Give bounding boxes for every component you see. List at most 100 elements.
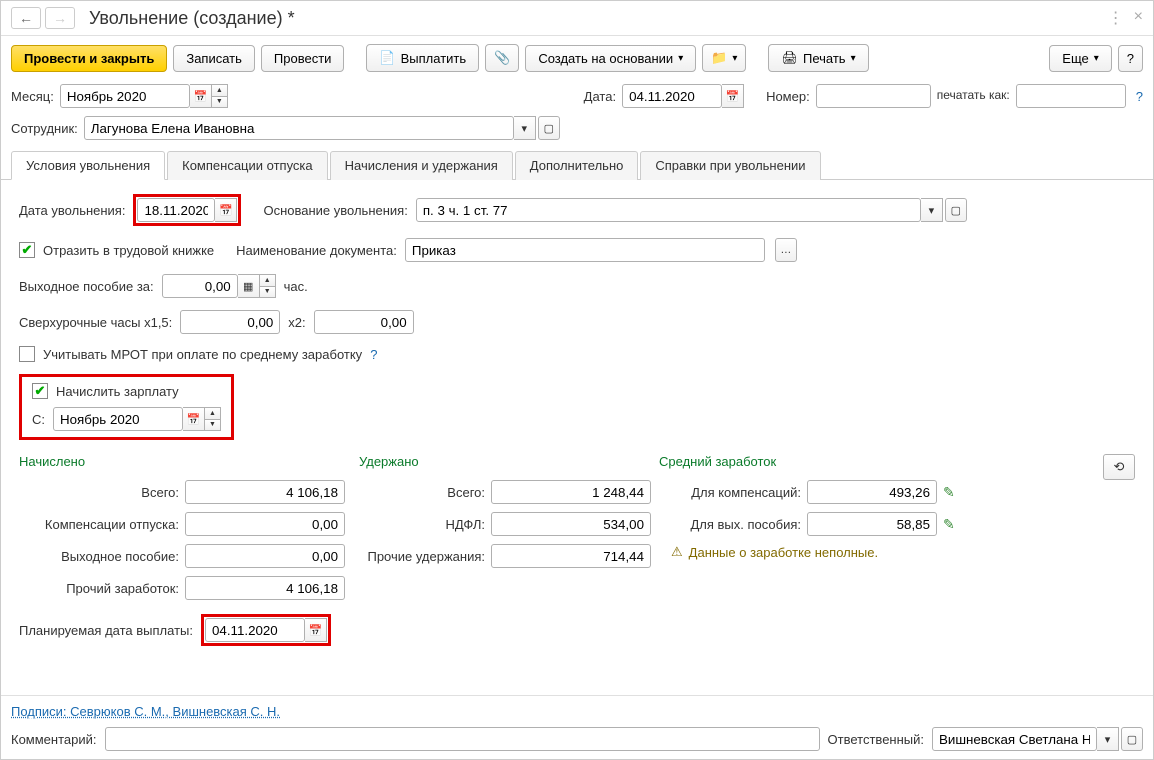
tab-additional[interactable]: Дополнительно (515, 151, 639, 180)
open-icon[interactable]: ▢ (538, 116, 560, 140)
docname-input[interactable] (405, 238, 765, 262)
withheld-heading: Удержано (359, 454, 659, 469)
calendar-icon[interactable]: 📅 (183, 407, 205, 431)
dropdown-icon[interactable]: ▾ (921, 198, 943, 222)
total-wh-label: Всего: (365, 485, 485, 500)
forward-button[interactable]: → (45, 7, 75, 29)
overtime15-label: Сверхурочные часы x1,5: (19, 315, 172, 330)
workbook-label: Отразить в трудовой книжке (43, 243, 214, 258)
print-button[interactable]: 🖨Печать▾ (768, 44, 868, 72)
window-title: Увольнение (создание) * (89, 8, 295, 29)
help-button[interactable]: ? (1118, 45, 1143, 72)
dropdown-icon[interactable]: ▾ (514, 116, 536, 140)
more-button[interactable]: Еще▾ (1049, 45, 1111, 72)
for-sev-label: Для вых. пособия: (671, 517, 801, 532)
edit-icon[interactable]: ✎ (943, 484, 955, 501)
help-icon[interactable]: ? (1136, 89, 1143, 104)
calc-icon[interactable]: ▦ (238, 274, 260, 298)
calendar-icon[interactable]: 📅 (722, 84, 744, 108)
total-accrued-label: Всего: (19, 485, 179, 500)
docname-label: Наименование документа: (236, 243, 397, 258)
mrot-checkbox[interactable]: ✔ (19, 346, 35, 362)
paperclip-icon: 📎 (494, 50, 510, 66)
print-as-input[interactable] (1016, 84, 1126, 108)
overtime2-input[interactable] (314, 310, 414, 334)
edit-icon[interactable]: ✎ (943, 516, 955, 533)
other-wh-value (491, 544, 651, 568)
date-label: Дата: (584, 89, 616, 104)
calendar-icon[interactable]: 📅 (190, 84, 212, 108)
dismiss-date-input[interactable] (137, 198, 215, 222)
employee-label: Сотрудник: (11, 121, 78, 136)
for-comp-value[interactable] (807, 480, 937, 504)
tab-conditions[interactable]: Условия увольнения (11, 151, 165, 180)
avg-heading: Средний заработок (659, 454, 776, 470)
salary-checkbox[interactable]: ✔ (32, 383, 48, 399)
mrot-label: Учитывать МРОТ при оплате по среднему за… (43, 347, 362, 362)
tab-references[interactable]: Справки при увольнении (640, 151, 820, 180)
attach-button[interactable]: 📎 (485, 44, 519, 72)
month-input[interactable] (60, 84, 190, 108)
reason-input[interactable] (416, 198, 921, 222)
ndfl-value (491, 512, 651, 536)
employee-input[interactable] (84, 116, 514, 140)
overtime15-input[interactable] (180, 310, 280, 334)
accrued-heading: Начислено (19, 454, 359, 469)
close-icon[interactable]: × (1134, 8, 1143, 28)
hours-label: час. (284, 279, 308, 294)
print-as-label: печатать как: (937, 89, 1010, 102)
post-and-close-button[interactable]: Провести и закрыть (11, 45, 167, 72)
responsible-input[interactable] (932, 727, 1097, 751)
warning-text: Данные о заработке неполные. (689, 545, 878, 560)
comment-input[interactable] (105, 727, 820, 751)
number-label: Номер: (766, 89, 810, 104)
menu-icon[interactable]: ⋮ (1108, 8, 1124, 28)
workbook-checkbox[interactable]: ✔ (19, 242, 35, 258)
tab-accruals[interactable]: Начисления и удержания (330, 151, 513, 180)
other-value (185, 576, 345, 600)
sev-label: Выходное пособие: (19, 549, 179, 564)
planned-date-label: Планируемая дата выплаты: (19, 623, 193, 638)
salary-label: Начислить зарплату (56, 384, 179, 399)
signatures-link[interactable]: Подписи: Севрюков С. М., Вишневская С. Н… (11, 704, 280, 719)
reason-label: Основание увольнения: (263, 203, 407, 218)
month-label: Месяц: (11, 89, 54, 104)
post-button[interactable]: Провести (261, 45, 345, 72)
warning-icon: ⚠ (671, 544, 683, 560)
dismiss-date-label: Дата увольнения: (19, 203, 125, 218)
calendar-icon[interactable]: 📅 (215, 198, 237, 222)
x2-label: x2: (288, 315, 305, 330)
date-input[interactable] (622, 84, 722, 108)
sev-value (185, 544, 345, 568)
from-input[interactable] (53, 407, 183, 431)
open-icon[interactable]: ▢ (945, 198, 967, 222)
tab-vacation-comp[interactable]: Компенсации отпуска (167, 151, 328, 180)
from-stepper[interactable]: ▲▼ (205, 407, 221, 431)
calendar-icon[interactable]: 📅 (305, 618, 327, 642)
responsible-label: Ответственный: (828, 732, 924, 747)
comment-label: Комментарий: (11, 732, 97, 747)
other-wh-label: Прочие удержания: (365, 549, 485, 564)
dropdown-icon[interactable]: ▾ (1097, 727, 1119, 751)
month-stepper[interactable]: ▲▼ (212, 84, 228, 108)
from-label: С: (32, 412, 45, 427)
open-icon[interactable]: ▢ (1121, 727, 1143, 751)
folder-button[interactable]: 📁▾ (702, 44, 746, 72)
total-wh-value (491, 480, 651, 504)
printer-icon: 🖨 (781, 50, 798, 66)
back-button[interactable]: ← (11, 7, 41, 29)
pay-button[interactable]: 📄Выплатить (366, 44, 479, 72)
severance-stepper[interactable]: ▲▼ (260, 274, 276, 298)
ellipsis-button[interactable]: … (775, 238, 797, 262)
create-based-button[interactable]: Создать на основании▾ (525, 45, 696, 72)
severance-input[interactable] (162, 274, 238, 298)
for-sev-value[interactable] (807, 512, 937, 536)
planned-date-input[interactable] (205, 618, 305, 642)
write-button[interactable]: Записать (173, 45, 255, 72)
refresh-button[interactable]: ⟲ (1103, 454, 1135, 480)
ndfl-label: НДФЛ: (365, 517, 485, 532)
help-icon[interactable]: ? (370, 347, 377, 362)
total-accrued-value (185, 480, 345, 504)
pay-icon: 📄 (379, 50, 395, 66)
number-input[interactable] (816, 84, 931, 108)
